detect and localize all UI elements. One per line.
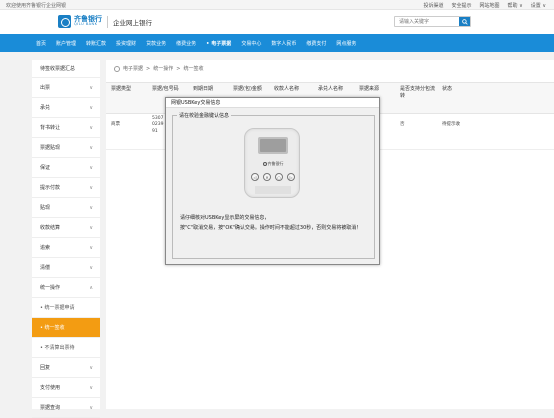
chevron-down-icon: ∨	[89, 104, 93, 111]
sidebar-item[interactable]: 提示付款 ∨	[32, 178, 100, 198]
chevron-up-icon: ∧	[89, 284, 93, 291]
sidebar-title[interactable]: 待签收票据汇总	[32, 60, 100, 78]
device-buttons: ◁ ✕ ○ ▷	[251, 173, 295, 181]
nav-trade-center[interactable]: 交易中心	[241, 40, 261, 47]
logo-divider	[107, 15, 108, 28]
sidebar-subitem[interactable]: • 不清算出票待	[32, 338, 100, 358]
sidebar-item[interactable]: 背书转让 ∨	[32, 118, 100, 138]
nav-branch-service[interactable]: 网点服务	[336, 40, 356, 47]
chevron-down-icon: ∨	[89, 184, 93, 191]
nav-loan[interactable]: 贷款业务	[146, 40, 166, 47]
nav-bill-pay[interactable]: 缴费支付	[306, 40, 326, 47]
device-logo: 齐鲁银行	[258, 161, 288, 167]
col-header: 是否支持分包流转	[400, 86, 436, 99]
chevron-down-icon: ∨	[89, 204, 93, 211]
table-cell: 待提示收	[442, 122, 460, 127]
nav-home[interactable]: 首页	[36, 40, 46, 47]
site-subtitle: 企业网上银行	[113, 18, 152, 27]
sitemap-link[interactable]: 网站地图	[479, 2, 499, 9]
sidebar-item[interactable]: 票据贴现 ∨	[32, 138, 100, 158]
sidebar-item[interactable]: 票据查询 ∨	[32, 398, 100, 418]
chevron-down-icon: ∨	[89, 84, 93, 91]
device-speaker-grille	[255, 186, 291, 194]
sidebar-item[interactable]: 追索 ∨	[32, 238, 100, 258]
message-line: 按"C"取消交易，按"OK"确认交易。操作时间不能超过30秒，否则交易将被取消！	[180, 225, 362, 232]
nav-transfer[interactable]: 转账汇款	[86, 40, 106, 47]
message-line: 请仔细核对USBKey显示屏的交易信息，	[180, 215, 270, 221]
nav-digital-rmb[interactable]: 数字人民币	[271, 40, 296, 47]
chevron-down-icon: ∨	[89, 384, 93, 391]
nav-e-bill[interactable]: • 电子票据	[206, 40, 231, 47]
main-nav: 首页 账户管理 转账汇款 投资理财 贷款业务 缴费业务 • 电子票据 交易中心 数…	[0, 34, 554, 52]
sidebar-item[interactable]: 贴现 ∨	[32, 198, 100, 218]
sidebar-item[interactable]: 回复 ∨	[32, 358, 100, 378]
sidebar-item[interactable]: 保证 ∨	[32, 158, 100, 178]
group-title: 请在校验金融键认信息	[177, 112, 232, 119]
logo-en-text: QILU BANK	[74, 22, 98, 27]
chevron-down-icon: ∨	[89, 144, 93, 151]
ok-icon: ○	[275, 173, 283, 181]
security-tip-link[interactable]: 安全提示	[451, 2, 471, 9]
bank-logo-icon	[262, 162, 267, 166]
dialog-message: 请仔细核对USBKey显示屏的交易信息， 按"C"取消交易，按"OK"确认交易。…	[180, 215, 370, 236]
nav-investment[interactable]: 投资理财	[116, 40, 136, 47]
chevron-down-icon: ∨	[89, 124, 93, 131]
top-links: 投诉渠道 安全提示 网站地图 帮助 ∨ 设置 ∨	[423, 2, 546, 9]
top-bar: 欢迎使用齐鲁银行企业网银 投诉渠道 安全提示 网站地图 帮助 ∨ 设置 ∨	[0, 0, 554, 10]
complaint-link[interactable]: 投诉渠道	[423, 2, 443, 9]
left-arrow-icon: ◁	[251, 173, 259, 181]
sidebar-item[interactable]: 支付使用 ∨	[32, 378, 100, 398]
sidebar-item[interactable]: 承兑 ∨	[32, 98, 100, 118]
right-arrow-icon: ▷	[287, 173, 295, 181]
usbkey-device-image: 齐鲁银行 ◁ ✕ ○ ▷	[244, 128, 300, 198]
sidebar-item[interactable]: 清偿 ∨	[32, 258, 100, 278]
active-dot-icon: •	[206, 40, 210, 47]
location-icon	[114, 65, 120, 72]
welcome-text: 欢迎使用齐鲁银行企业网银	[6, 3, 67, 9]
chevron-down-icon: ∨	[89, 264, 93, 271]
chevron-down-icon: ∨	[89, 244, 93, 251]
search-button[interactable]	[459, 17, 470, 26]
col-header: 票据类型	[111, 86, 132, 92]
search-input[interactable]	[395, 17, 455, 26]
sidebar-item[interactable]: 出票 ∨	[32, 78, 100, 98]
bank-logo-icon	[58, 15, 71, 28]
chevron-down-icon: ∨	[89, 164, 93, 171]
usbkey-dialog: 网银USBKey交易信息 请在校验金融键认信息 齐鲁银行 ◁ ✕ ○ ▷ 请仔细…	[165, 97, 380, 265]
sidebar: 待签收票据汇总 出票 ∨ 承兑 ∨ 背书转让 ∨ 票据贴现 ∨ 保证 ∨ 提示付款 ∨ 贴现…	[32, 60, 100, 418]
bank-logo[interactable]: 齐鲁银行 QILU BANK 企业网上银行	[58, 15, 152, 28]
breadcrumb: 电子票据 > 统一操作 > 统一签收	[114, 65, 203, 72]
search-icon	[461, 18, 468, 25]
nav-account[interactable]: 账户管理	[56, 40, 76, 47]
confirm-group: 请在校验金融键认信息 齐鲁银行 ◁ ✕ ○ ▷ 请仔细核对USBKey显示屏的交…	[172, 112, 375, 259]
help-menu[interactable]: 帮助 ∨	[508, 2, 523, 9]
chevron-down-icon: ∨	[89, 224, 93, 231]
nav-payment[interactable]: 缴费业务	[176, 40, 196, 47]
settings-menu[interactable]: 设置 ∨	[531, 2, 546, 9]
col-header: 状态	[442, 86, 453, 92]
sidebar-item-unified-ops[interactable]: 统一操作 ∧	[32, 278, 100, 298]
sidebar-subitem-active[interactable]: • 统一签收	[32, 318, 100, 338]
chevron-down-icon: ∨	[89, 364, 93, 371]
header: 齐鲁银行 QILU BANK 企业网上银行	[0, 10, 554, 34]
sidebar-item[interactable]: 收款结算 ∨	[32, 218, 100, 238]
sidebar-subitem[interactable]: • 统一票据申请	[32, 298, 100, 318]
table-cell: 商票	[111, 122, 120, 127]
cancel-icon: ✕	[263, 173, 271, 181]
table-cell: 否	[400, 122, 405, 127]
search-box	[394, 16, 471, 27]
chevron-down-icon: ∨	[89, 404, 93, 411]
device-screen	[258, 137, 288, 154]
dialog-title: 网银USBKey交易信息	[166, 98, 379, 108]
